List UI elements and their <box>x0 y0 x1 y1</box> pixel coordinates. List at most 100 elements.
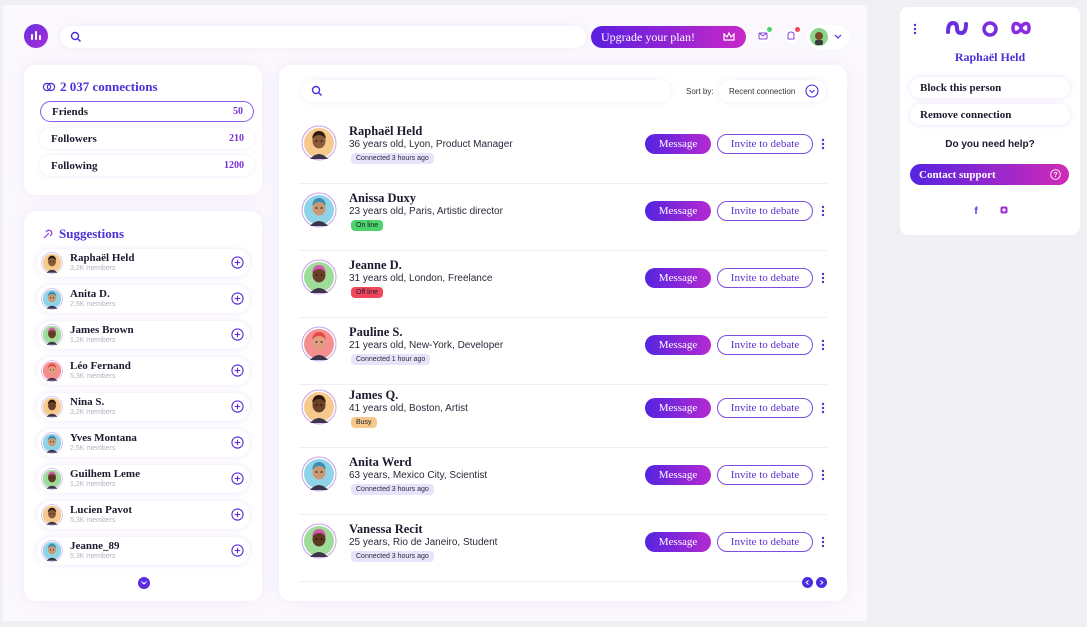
suggestion-item[interactable]: Lucien Pavot 5,3K members <box>37 501 250 529</box>
avatar <box>41 324 63 346</box>
suggestion-item[interactable]: Guilhem Leme 1,2K members <box>37 465 250 493</box>
kebab-menu-icon[interactable] <box>819 271 827 285</box>
suggestions-card: Suggestions Raphaël Held 3,2K members An… <box>24 211 262 601</box>
avatar <box>41 432 63 454</box>
help-icon: ? <box>1050 169 1061 180</box>
suggestion-item[interactable]: James Brown 1,2K members <box>37 321 250 349</box>
mail-icon[interactable] <box>755 27 772 44</box>
suggestion-item[interactable]: Anita D. 2,5K members <box>37 285 250 313</box>
add-circle-icon[interactable] <box>231 328 244 341</box>
suggestion-name: Léo Fernand <box>70 360 131 372</box>
profile-menu-button[interactable] <box>807 25 849 49</box>
avatar[interactable] <box>301 389 337 425</box>
avatar[interactable] <box>301 523 337 559</box>
message-button[interactable]: Message <box>645 398 711 418</box>
kebab-menu-icon[interactable] <box>819 338 827 352</box>
add-circle-icon[interactable] <box>231 508 244 521</box>
message-button[interactable]: Message <box>645 335 711 355</box>
person-name[interactable]: Pauline S. <box>349 325 403 340</box>
invite-to-debate-button[interactable]: Invite to debate <box>717 268 813 288</box>
instagram-icon[interactable] <box>996 202 1012 218</box>
suggestion-item[interactable]: Jeanne_89 5,3K members <box>37 537 250 565</box>
add-circle-icon[interactable] <box>231 472 244 485</box>
remove-connection-button[interactable]: Remove connection <box>910 104 1070 125</box>
person-name[interactable]: Anissa Duxy <box>349 191 416 206</box>
suggestion-item[interactable]: Léo Fernand 5,3K members <box>37 357 250 385</box>
add-circle-icon[interactable] <box>231 436 244 449</box>
suggestions-label: Suggestions <box>59 226 125 241</box>
kebab-menu-icon[interactable] <box>819 535 827 549</box>
message-button[interactable]: Message <box>645 268 711 288</box>
message-button[interactable]: Message <box>645 465 711 485</box>
message-button[interactable]: Message <box>645 532 711 552</box>
avatar[interactable] <box>301 259 337 295</box>
person-name[interactable]: Raphaël Held <box>349 124 422 139</box>
kebab-menu-icon[interactable] <box>913 23 917 35</box>
remove-connection-label: Remove connection <box>920 108 1012 121</box>
sort-by-value: Recent connection <box>729 86 796 96</box>
mail-notification-dot <box>767 27 772 32</box>
avatar[interactable] <box>301 125 337 161</box>
kebab-menu-icon[interactable] <box>819 204 827 218</box>
suggestion-members: 2,5K members <box>70 445 116 452</box>
global-search-input[interactable] <box>60 26 586 48</box>
connections-list-card: Sort by: Recent connection Raphaël Held … <box>279 65 847 601</box>
bell-icon[interactable] <box>783 27 800 44</box>
add-circle-icon[interactable] <box>231 364 244 377</box>
connections-row-count: 210 <box>229 133 244 144</box>
avatar[interactable] <box>301 326 337 362</box>
add-circle-icon[interactable] <box>231 256 244 269</box>
prev-page-button[interactable] <box>802 577 813 588</box>
person-name[interactable]: Anita Werd <box>349 455 412 470</box>
add-circle-icon[interactable] <box>231 400 244 413</box>
connections-search-input[interactable] <box>301 80 671 102</box>
kebab-menu-icon[interactable] <box>819 401 827 415</box>
add-circle-icon[interactable] <box>231 292 244 305</box>
suggestion-members: 5,3K members <box>70 373 116 380</box>
connections-tab-followers[interactable]: Followers 210 <box>40 128 254 149</box>
add-circle-icon[interactable] <box>231 544 244 557</box>
person-name[interactable]: Vanessa Recit <box>349 522 423 537</box>
suggestion-members: 5,3K members <box>70 553 116 560</box>
suggestion-name: Lucien Pavot <box>70 504 133 516</box>
connections-count-label: 2 037 connections <box>60 79 158 94</box>
kebab-menu-icon[interactable] <box>819 468 827 482</box>
invite-to-debate-button[interactable]: Invite to debate <box>717 201 813 221</box>
avatar <box>41 468 63 490</box>
person-description: 36 years old, Lyon, Product Manager <box>349 139 513 150</box>
avatar[interactable] <box>301 192 337 228</box>
connections-tab-friends[interactable]: Friends 50 <box>40 101 254 122</box>
suggestion-name: Guilhem Leme <box>70 468 140 480</box>
invite-to-debate-button[interactable]: Invite to debate <box>717 335 813 355</box>
person-name[interactable]: Jeanne D. <box>349 258 402 273</box>
person-description: 25 years, Rio de Janeiro, Student <box>349 537 498 548</box>
contact-support-button[interactable]: Contact support ? <box>910 164 1069 185</box>
connections-tab-following[interactable]: Following 1200 <box>40 155 254 176</box>
suggestion-item[interactable]: Raphaël Held 3,2K members <box>37 249 250 277</box>
chevron-down-icon <box>834 34 842 39</box>
invite-to-debate-button[interactable]: Invite to debate <box>717 134 813 154</box>
sort-by-select[interactable]: Recent connection <box>719 80 826 102</box>
upgrade-plan-button[interactable]: Upgrade your plan! <box>591 26 746 48</box>
suggestion-item[interactable]: Nina S. 3,2K members <box>37 393 250 421</box>
chevron-down-icon <box>141 581 147 585</box>
connections-row-count: 50 <box>233 106 243 117</box>
block-person-button[interactable]: Block this person <box>910 77 1070 98</box>
person-name[interactable]: James Q. <box>349 388 398 403</box>
person-description: 41 years old, Boston, Artist <box>349 403 468 414</box>
next-page-button[interactable] <box>816 577 827 588</box>
kebab-menu-icon[interactable] <box>819 137 827 151</box>
app-logo-icon[interactable] <box>24 24 48 48</box>
show-more-button[interactable] <box>138 577 150 589</box>
chevron-down-icon <box>805 84 819 98</box>
suggestion-item[interactable]: Yves Montana 2,5K members <box>37 429 250 457</box>
invite-to-debate-button[interactable]: Invite to debate <box>717 532 813 552</box>
facebook-icon[interactable]: f <box>968 202 984 218</box>
message-button[interactable]: Message <box>645 201 711 221</box>
invite-to-debate-button[interactable]: Invite to debate <box>717 465 813 485</box>
connection-row: James Q. 41 years old, Boston, Artist Bu… <box>299 382 827 448</box>
message-button[interactable]: Message <box>645 134 711 154</box>
invite-to-debate-button[interactable]: Invite to debate <box>717 398 813 418</box>
avatar[interactable] <box>301 456 337 492</box>
brand-loop-icon <box>1011 21 1031 35</box>
